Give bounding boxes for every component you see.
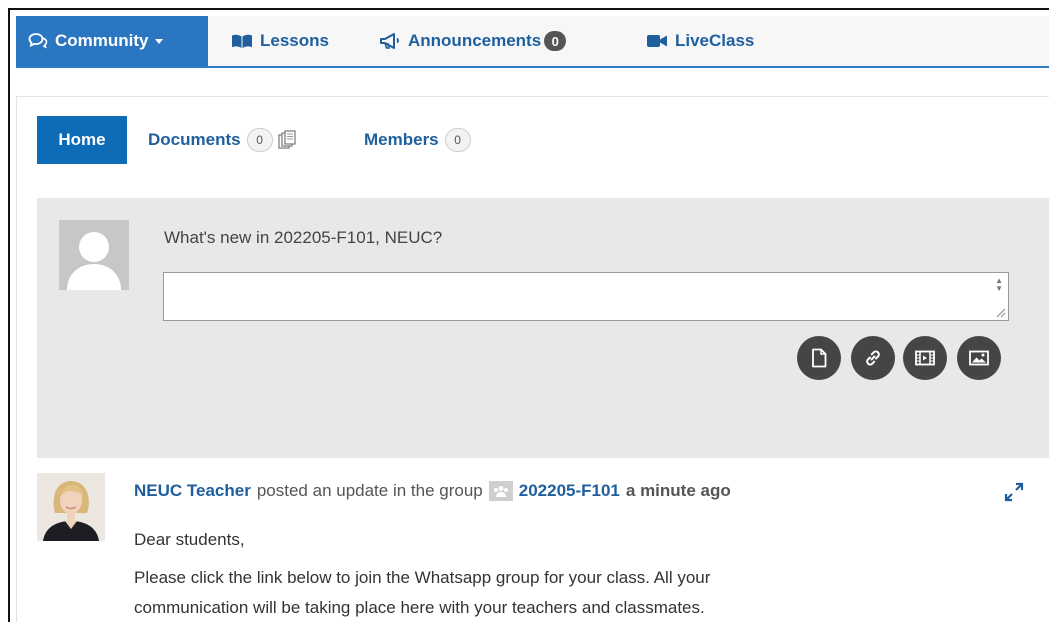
activity-action: posted an update in the group [256,481,483,500]
activity-author-link[interactable]: NEUC Teacher [134,481,251,501]
book-icon [232,34,252,48]
attach-document-button[interactable] [797,336,841,380]
documents-count-badge: 0 [246,128,273,152]
composer-prompt: What's new in 202205-F101, NEUC? [164,228,443,247]
link-icon [866,350,880,366]
window-border-top [8,8,1049,10]
chat-icon [28,33,48,49]
activity-group-link[interactable]: 202205-F101 [519,481,620,501]
activity-body-line: Please click the link below to join the … [134,568,711,587]
document-icon [812,348,827,368]
tab-home[interactable]: Home [37,116,127,164]
nav-announcements[interactable]: Announcements 0 [379,16,567,66]
tab-documents-label: Documents [148,130,241,149]
resize-handle-icon[interactable] [996,308,1006,318]
teacher-photo [37,473,105,541]
user-avatar [59,220,129,290]
nav-liveclass[interactable]: LiveClass [646,16,754,66]
group-icon [488,481,513,501]
window-border-left [8,8,10,622]
activity-body-line: Dear students, [134,530,245,549]
default-avatar-icon [67,232,121,290]
nav-lessons[interactable]: Lessons [231,16,329,66]
tab-members-label: Members [364,130,439,149]
attach-link-button[interactable] [851,336,895,380]
tab-documents[interactable]: Documents 0 [148,128,297,152]
nav-community-label: Community [55,31,149,50]
expand-icon[interactable] [1003,481,1025,503]
attach-video-button[interactable] [903,336,947,380]
activity-header: NEUC Teacher posted an update in the gro… [134,481,731,501]
activity-timestamp[interactable]: a minute ago [626,481,731,501]
teacher-avatar[interactable] [37,473,105,541]
nav-liveclass-label: LiveClass [675,31,755,50]
post-composer: What's new in 202205-F101, NEUC? ▲ ▼ [37,198,1049,458]
nav-announcements-label: Announcements [408,31,542,50]
video-camera-icon [647,35,667,47]
members-count-badge: 0 [444,128,471,152]
top-navigation: Community Lessons Announcements 0 LiveCl… [16,16,1049,68]
image-icon [969,350,989,366]
nav-community[interactable]: Community [16,16,208,66]
files-icon [277,130,296,149]
announcements-count-badge: 0 [544,31,567,51]
attach-image-button[interactable] [957,336,1001,380]
activity-body-line: communication will be taking place here … [134,598,705,617]
chevron-down-icon [154,38,163,44]
scroll-arrows-icon[interactable]: ▲ ▼ [995,277,1003,293]
status-update-input[interactable]: ▲ ▼ [163,272,1009,321]
video-icon [915,350,935,366]
tab-members[interactable]: Members 0 [364,128,471,152]
nav-lessons-label: Lessons [260,31,329,50]
megaphone-icon [380,33,399,49]
